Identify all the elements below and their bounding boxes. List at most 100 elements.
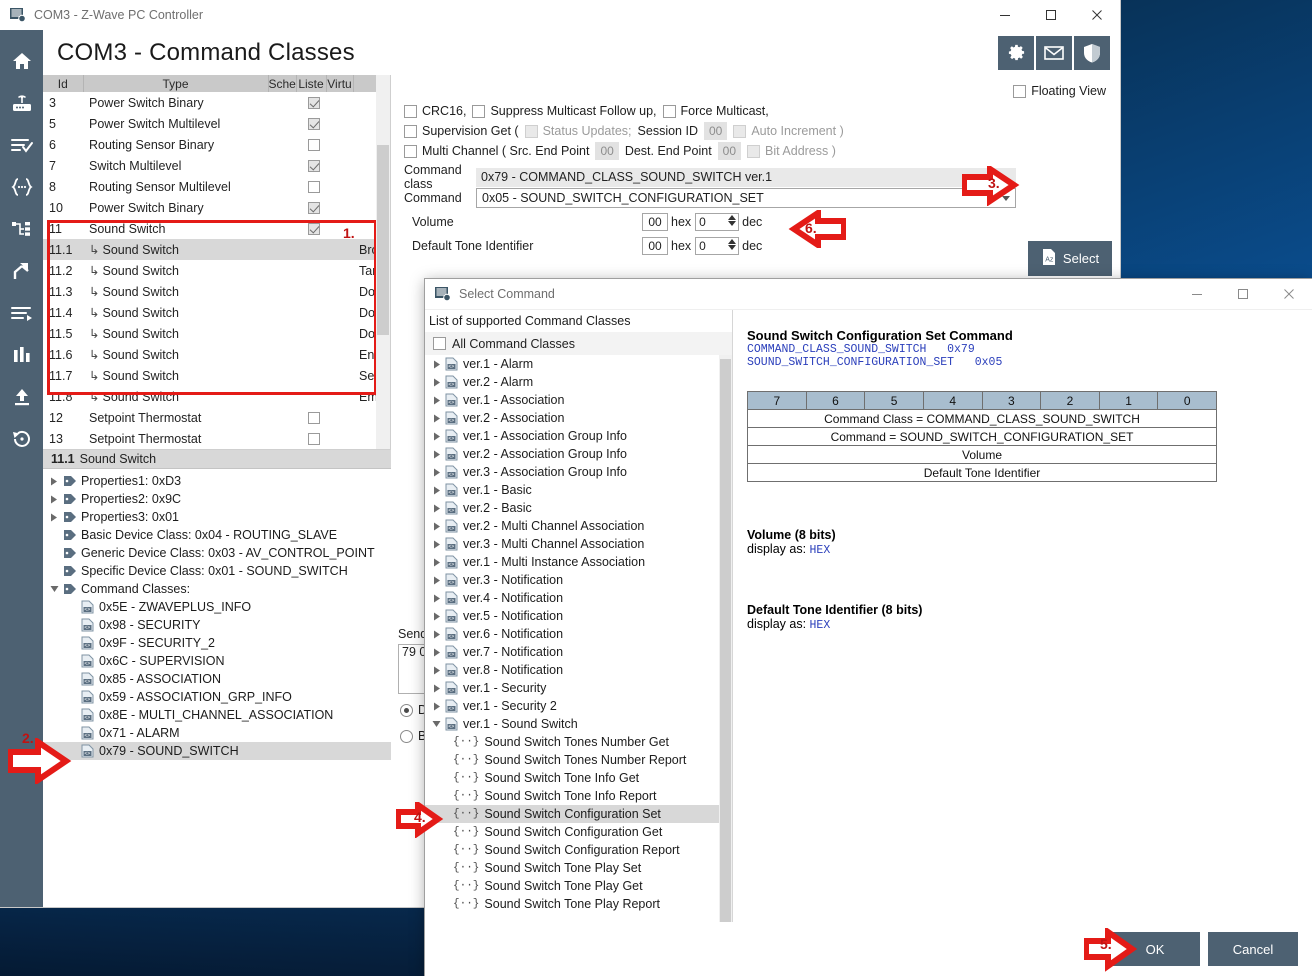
command-class-list-item[interactable]: <>ver.1 - Security 2	[425, 697, 732, 715]
table-row[interactable]: 11.2↳Sound SwitchTampering	[43, 260, 378, 281]
select-button[interactable]: Az Select	[1028, 241, 1112, 276]
field-dec-stepper[interactable]: 0	[695, 213, 739, 231]
stepper-down-icon[interactable]	[728, 245, 736, 250]
cell-listening[interactable]	[296, 197, 326, 218]
crc16-checkbox[interactable]: CRC16,	[404, 104, 466, 118]
multi-channel-checkbox[interactable]: Multi Channel ( Src. End Point	[404, 144, 589, 158]
command-list-item[interactable]: {··}Sound Switch Tones Number Report	[425, 751, 732, 769]
chevron-right-icon[interactable]	[430, 412, 443, 425]
tree-node[interactable]: Properties3: 0x01	[43, 508, 391, 526]
tree-node[interactable]: <>0x98 - SECURITY	[43, 616, 391, 634]
sidebar-item-log[interactable]	[0, 292, 43, 334]
command-class-list-item[interactable]: <>ver.1 - Association Group Info	[425, 427, 732, 445]
table-row[interactable]: 13Setpoint Thermostat	[43, 428, 378, 449]
auto-increment-checkbox[interactable]: Auto Increment )	[733, 124, 843, 138]
command-list-item[interactable]: {··}Sound Switch Tone Play Report	[425, 895, 732, 913]
table-row[interactable]: 7Switch Multilevel	[43, 155, 378, 176]
cell-listening[interactable]	[296, 323, 326, 344]
dest-end-point-input[interactable]: 00	[718, 142, 741, 160]
command-list-item[interactable]: {··}Sound Switch Configuration Set	[425, 805, 732, 823]
command-list-item[interactable]: {··}Sound Switch Tones Number Get	[425, 733, 732, 751]
command-list-item[interactable]: {··}Sound Switch Tone Info Get	[425, 769, 732, 787]
minimize-button[interactable]	[982, 0, 1028, 30]
stepper-down-icon[interactable]	[728, 221, 736, 226]
ok-button[interactable]: OK	[1110, 932, 1200, 966]
session-id-input[interactable]: 00	[704, 122, 727, 140]
command-class-list-item[interactable]: <>ver.3 - Notification	[425, 571, 732, 589]
table-row[interactable]: 3Power Switch Binary	[43, 92, 378, 113]
field-hex-input[interactable]: 00	[642, 213, 668, 231]
cell-listening[interactable]	[296, 365, 326, 386]
tree-node[interactable]: Generic Device Class: 0x03 - AV_CONTROL_…	[43, 544, 391, 562]
sidebar-item-firmware-update[interactable]	[0, 376, 43, 418]
table-row[interactable]: 12Setpoint Thermostat	[43, 407, 378, 428]
chevron-right-icon[interactable]	[430, 448, 443, 461]
column-header-blank[interactable]	[353, 75, 378, 92]
bit-address-checkbox[interactable]: Bit Address )	[747, 144, 836, 158]
supervision-get-checkbox[interactable]: Supervision Get (	[404, 124, 519, 138]
chevron-right-icon[interactable]	[430, 646, 443, 659]
chevron-right-icon[interactable]	[430, 682, 443, 695]
command-list-item[interactable]: {··}Sound Switch Tone Play Set	[425, 859, 732, 877]
column-header-id[interactable]: Id	[43, 75, 83, 92]
command-class-list-item[interactable]: <>ver.2 - Association Group Info	[425, 445, 732, 463]
command-class-list-item[interactable]: <>ver.5 - Notification	[425, 607, 732, 625]
command-class-list-item[interactable]: <>ver.2 - Association	[425, 409, 732, 427]
dialog-minimize-button[interactable]	[1174, 279, 1220, 309]
chevron-right-icon[interactable]	[430, 610, 443, 623]
grid-scrollbar-thumb[interactable]	[377, 145, 389, 335]
cell-listening[interactable]	[296, 407, 326, 428]
command-class-value[interactable]: 0x79 - COMMAND_CLASS_SOUND_SWITCH ver.1	[476, 168, 1016, 187]
field-dec-stepper[interactable]: 0	[695, 237, 739, 255]
stepper-up-icon[interactable]	[728, 215, 736, 220]
sidebar-item-topology[interactable]	[0, 208, 43, 250]
tree-node[interactable]: Basic Device Class: 0x04 - ROUTING_SLAVE	[43, 526, 391, 544]
chevron-down-icon[interactable]	[430, 718, 443, 731]
table-row[interactable]: 5Power Switch Multilevel	[43, 113, 378, 134]
command-class-list-item[interactable]: <>ver.2 - Basic	[425, 499, 732, 517]
column-header-liste[interactable]: Liste	[296, 75, 326, 92]
field-hex-input[interactable]: 00	[642, 237, 668, 255]
cell-listening[interactable]	[296, 92, 326, 113]
tree-node[interactable]: <>0x79 - SOUND_SWITCH	[43, 742, 391, 760]
cell-listening[interactable]	[296, 113, 326, 134]
column-header-sche[interactable]: Sche	[268, 75, 296, 92]
chevron-right-icon[interactable]	[430, 430, 443, 443]
all-command-classes-checkbox[interactable]: All Command Classes	[425, 332, 732, 355]
sidebar-item-command-classes[interactable]	[0, 124, 43, 166]
sidebar-item-network[interactable]	[0, 82, 43, 124]
chevron-right-icon[interactable]	[430, 592, 443, 605]
chevron-right-icon[interactable]	[430, 538, 443, 551]
table-row[interactable]: 11.8↳Sound SwitchEmergency	[43, 386, 378, 407]
chevron-right-icon[interactable]	[430, 502, 443, 515]
src-end-point-input[interactable]: 00	[595, 142, 618, 160]
command-class-list-item[interactable]: <>ver.3 - Association Group Info	[425, 463, 732, 481]
stepper-arrows[interactable]	[728, 215, 736, 226]
cell-listening[interactable]	[296, 386, 326, 407]
command-list-item[interactable]: {··}Sound Switch Configuration Report	[425, 841, 732, 859]
chevron-right-icon[interactable]	[430, 358, 443, 371]
command-list-item[interactable]: {··}Sound Switch Tone Play Get	[425, 877, 732, 895]
table-row[interactable]: 11.5↳Sound SwitchDoorbell #3	[43, 323, 378, 344]
command-class-list-item[interactable]: <>ver.1 - Basic	[425, 481, 732, 499]
security-button[interactable]	[1074, 36, 1110, 70]
maximize-button[interactable]	[1028, 0, 1074, 30]
command-dropdown[interactable]: 0x05 - SOUND_SWITCH_CONFIGURATION_SET	[476, 188, 1016, 208]
suppress-multicast-checkbox[interactable]: Suppress Multicast Follow up,	[472, 104, 656, 118]
command-class-list-item[interactable]: <>ver.1 - Sound Switch	[425, 715, 732, 733]
tree-node[interactable]: Specific Device Class: 0x01 - SOUND_SWIT…	[43, 562, 391, 580]
command-list-item[interactable]: {··}Sound Switch Configuration Get	[425, 823, 732, 841]
dialog-list-scrollbar-thumb[interactable]	[720, 359, 731, 922]
cell-listening[interactable]	[296, 260, 326, 281]
chevron-right-icon[interactable]	[430, 520, 443, 533]
command-class-list-item[interactable]: <>ver.7 - Notification	[425, 643, 732, 661]
cell-listening[interactable]	[296, 176, 326, 197]
chevron-right-icon[interactable]	[47, 510, 61, 524]
floating-view-checkbox[interactable]: Floating View	[1013, 84, 1106, 98]
chevron-right-icon[interactable]	[430, 700, 443, 713]
chevron-right-icon[interactable]	[430, 376, 443, 389]
cancel-button[interactable]: Cancel	[1208, 932, 1298, 966]
command-class-list-item[interactable]: <>ver.2 - Alarm	[425, 373, 732, 391]
table-row[interactable]: 6Routing Sensor Binary	[43, 134, 378, 155]
column-header-virtu[interactable]: Virtu	[326, 75, 353, 92]
